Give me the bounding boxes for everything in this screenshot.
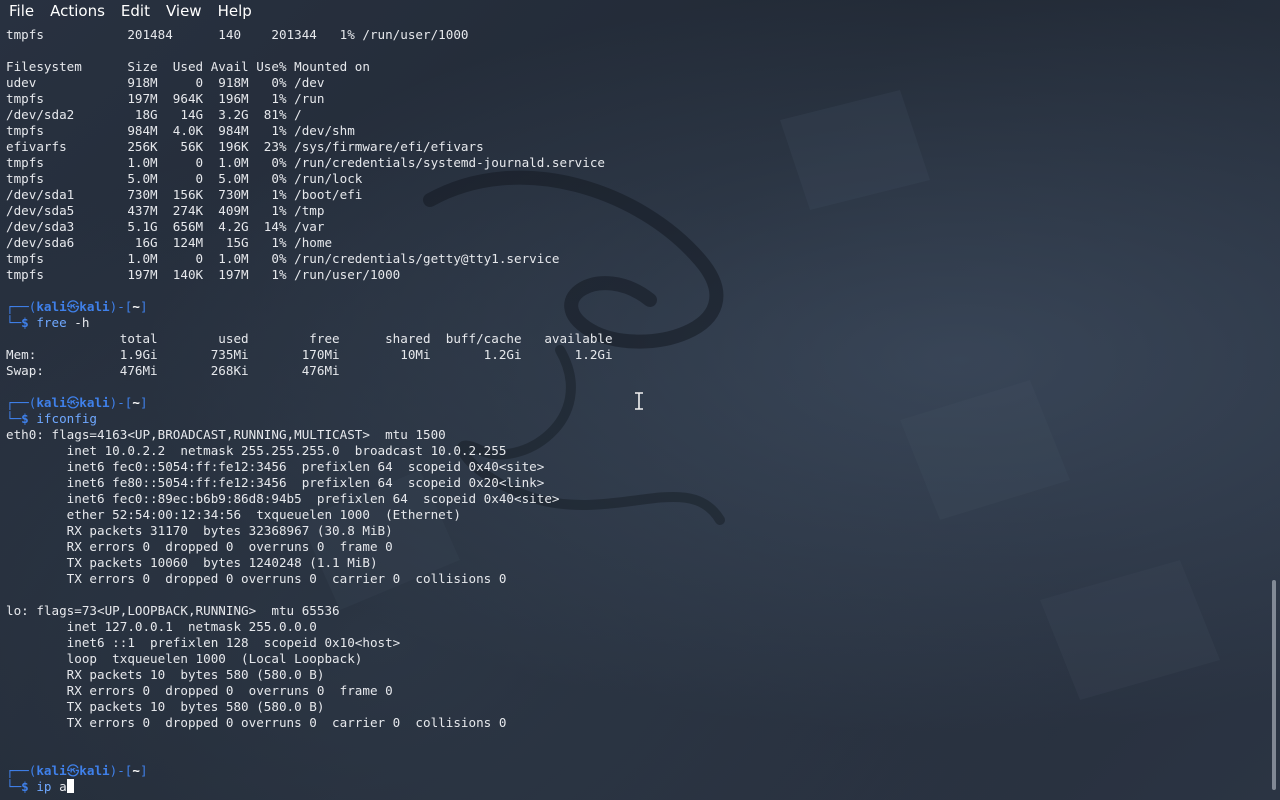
text-cursor xyxy=(66,779,74,793)
prompt-user: kali xyxy=(36,763,67,778)
terminal-scrollbar[interactable] xyxy=(1272,580,1276,790)
terminal-line: eth0: flags=4163<UP,BROADCAST,RUNNING,MU… xyxy=(6,427,446,442)
terminal-line: Filesystem Size Used Avail Use% Mounted … xyxy=(6,59,370,74)
terminal-line: tmpfs 1.0M 0 1.0M 0% /run/credentials/sy… xyxy=(6,155,605,170)
prompt-bracket: ┌──( xyxy=(6,395,37,410)
terminal-line: RX packets 31170 bytes 32368967 (30.8 Mi… xyxy=(6,523,393,538)
terminal-line: TX packets 10 bytes 580 (580.0 B) xyxy=(6,699,325,714)
prompt-bracket: )-[ xyxy=(109,395,133,410)
prompt-dollar: $ xyxy=(21,315,37,330)
prompt-directory: ~ xyxy=(132,763,140,778)
terminal-line: tmpfs 984M 4.0K 984M 1% /dev/shm xyxy=(6,123,355,138)
prompt-corner: └─ xyxy=(6,411,22,426)
prompt-host: kali xyxy=(79,763,110,778)
terminal-line: /dev/sda2 18G 14G 3.2G 81% / xyxy=(6,107,302,122)
menu-edit[interactable]: Edit xyxy=(113,0,158,22)
prompt-host: kali xyxy=(79,395,110,410)
command-args: a xyxy=(51,779,67,794)
menu-view[interactable]: View xyxy=(158,0,210,22)
menu-file[interactable]: File xyxy=(0,0,42,22)
terminal-line: Mem: 1.9Gi 735Mi 170Mi 10Mi 1.2Gi 1.2Gi xyxy=(6,347,613,362)
prompt-bracket: ] xyxy=(139,395,148,410)
command-name: ip xyxy=(36,779,52,794)
prompt-header: ┌──(kali㉿kali)-[~] xyxy=(6,299,1264,315)
command-line: └─$ free -h xyxy=(6,315,1264,331)
prompt-corner: └─ xyxy=(6,315,22,330)
prompt-bracket: ┌──( xyxy=(6,763,37,778)
menu-actions[interactable]: Actions xyxy=(42,0,113,22)
prompt-directory: ~ xyxy=(132,395,140,410)
terminal-line: tmpfs 5.0M 0 5.0M 0% /run/lock xyxy=(6,171,363,186)
kali-at-icon: ㉿ xyxy=(66,763,80,778)
command-line: └─$ ifconfig xyxy=(6,411,1264,427)
terminal-line: inet 127.0.0.1 netmask 255.0.0.0 xyxy=(6,619,317,634)
terminal-line: TX errors 0 dropped 0 overruns 0 carrier… xyxy=(6,571,507,586)
command-line: └─$ ip a xyxy=(6,779,1264,795)
prompt-bracket: )-[ xyxy=(109,763,133,778)
terminal-line: RX errors 0 dropped 0 overruns 0 frame 0 xyxy=(6,683,393,698)
menu-help[interactable]: Help xyxy=(210,0,260,22)
terminal-line: TX errors 0 dropped 0 overruns 0 carrier… xyxy=(6,715,507,730)
terminal-output[interactable]: tmpfs 201484 140 201344 1% /run/user/100… xyxy=(6,27,1264,800)
terminal-line: /dev/sda1 730M 156K 730M 1% /boot/efi xyxy=(6,187,363,202)
prompt-user: kali xyxy=(36,395,67,410)
terminal-line: tmpfs 197M 964K 196M 1% /run xyxy=(6,91,325,106)
prompt-header: ┌──(kali㉿kali)-[~] xyxy=(6,763,1264,779)
prompt-host: kali xyxy=(79,299,110,314)
ibeam-cursor-icon xyxy=(635,392,643,410)
terminal-line: efivarfs 256K 56K 196K 23% /sys/firmware… xyxy=(6,139,484,154)
terminal-line: tmpfs 197M 140K 197M 1% /run/user/1000 xyxy=(6,267,401,282)
command-name: free xyxy=(36,315,67,330)
terminal-line: tmpfs 1.0M 0 1.0M 0% /run/credentials/ge… xyxy=(6,251,560,266)
prompt-bracket: ┌──( xyxy=(6,299,37,314)
prompt-user: kali xyxy=(36,299,67,314)
terminal-line: loop txqueuelen 1000 (Local Loopback) xyxy=(6,651,363,666)
prompt-bracket: )-[ xyxy=(109,299,133,314)
terminal-line: inet6 fec0::89ec:b6b9:86d8:94b5 prefixle… xyxy=(6,491,560,506)
terminal-line: /dev/sda3 5.1G 656M 4.2G 14% /var xyxy=(6,219,325,234)
terminal-line: RX packets 10 bytes 580 (580.0 B) xyxy=(6,667,325,682)
terminal-line: inet6 fe80::5054:ff:fe12:3456 prefixlen … xyxy=(6,475,545,490)
prompt-dollar: $ xyxy=(21,411,37,426)
prompt-bracket: ] xyxy=(139,299,148,314)
prompt-directory: ~ xyxy=(132,299,140,314)
terminal-line: inet 10.0.2.2 netmask 255.255.255.0 broa… xyxy=(6,443,507,458)
kali-at-icon: ㉿ xyxy=(66,395,80,410)
prompt-bracket: ] xyxy=(139,763,148,778)
terminal-line: inet6 ::1 prefixlen 128 scopeid 0x10<hos… xyxy=(6,635,401,650)
terminal-line: RX errors 0 dropped 0 overruns 0 frame 0 xyxy=(6,539,393,554)
terminal-line: tmpfs 201484 140 201344 1% /run/user/100… xyxy=(6,27,469,42)
kali-at-icon: ㉿ xyxy=(66,299,80,314)
terminal-line: TX packets 10060 bytes 1240248 (1.1 MiB) xyxy=(6,555,378,570)
terminal-line: inet6 fec0::5054:ff:fe12:3456 prefixlen … xyxy=(6,459,545,474)
terminal-line: total used free shared buff/cache availa… xyxy=(6,331,613,346)
menu-bar: File Actions Edit View Help xyxy=(0,0,1280,22)
terminal-line: ether 52:54:00:12:34:56 txqueuelen 1000 … xyxy=(6,507,461,522)
terminal-line: Swap: 476Mi 268Ki 476Mi xyxy=(6,363,340,378)
terminal-line: udev 918M 0 918M 0% /dev xyxy=(6,75,325,90)
prompt-corner: └─ xyxy=(6,779,22,794)
terminal-line: /dev/sda5 437M 274K 409M 1% /tmp xyxy=(6,203,325,218)
prompt-dollar: $ xyxy=(21,779,37,794)
terminal-line: /dev/sda6 16G 124M 15G 1% /home xyxy=(6,235,333,250)
command-name: ifconfig xyxy=(36,411,98,426)
terminal-line: lo: flags=73<UP,LOOPBACK,RUNNING> mtu 65… xyxy=(6,603,340,618)
command-args: -h xyxy=(66,315,90,330)
